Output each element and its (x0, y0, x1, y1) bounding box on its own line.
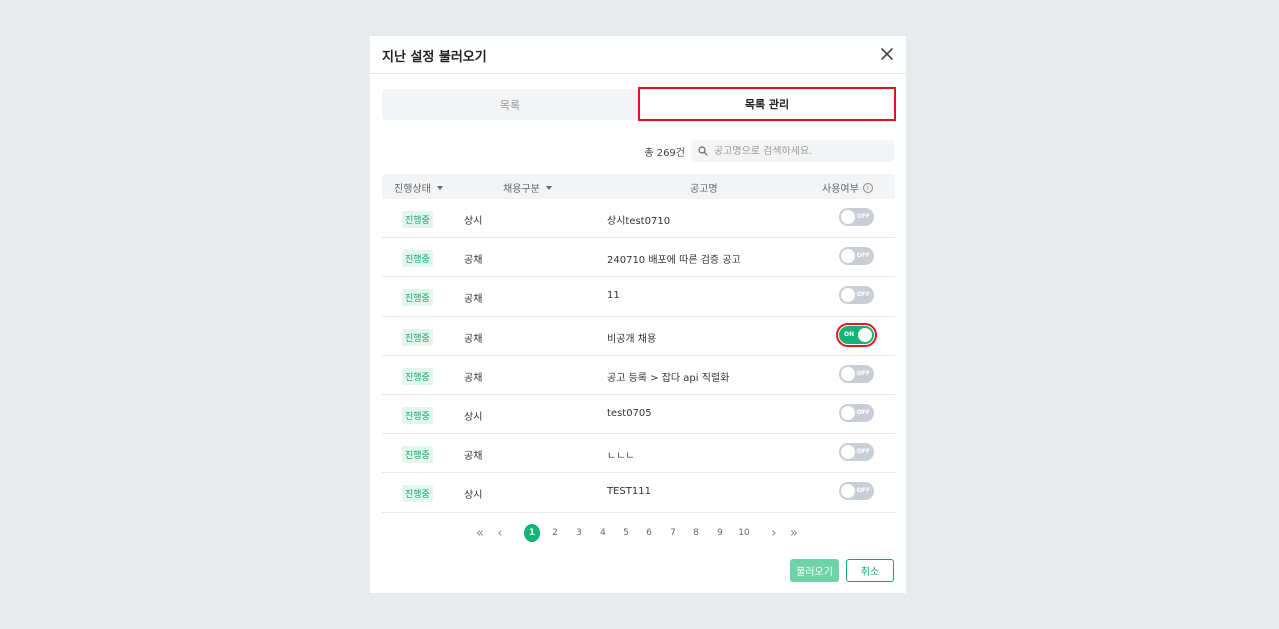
toggle-label: OFF (856, 369, 870, 377)
caret-down-icon (545, 185, 552, 190)
header-type[interactable]: 채용구분 (503, 180, 552, 195)
posting-name: ㄴㄴㄴ (607, 451, 635, 463)
recruit-type: 상시 (464, 490, 483, 502)
table-body: 진행중 상시 상시test0710 OFF 진행중 공채 240710 배포에 … (382, 199, 895, 513)
table-header: 진행상태 채용구분 공고명 사용여부 i (382, 174, 895, 199)
status-badge: 진행중 (402, 328, 433, 346)
posting-name: TEST111 (607, 486, 651, 498)
table-row: 진행중 공채 공고 등록 > 잡다 api 직렬화 OFF (382, 356, 895, 395)
toggle-label: OFF (856, 408, 870, 416)
tab-list-manage[interactable]: 목록 관리 (638, 87, 896, 121)
toggle-label: ON (844, 330, 855, 338)
header-usage: 사용여부 i (822, 180, 873, 195)
toggle-label: OFF (856, 487, 870, 495)
table-row: 진행중 공채 240710 배포에 따른 검증 공고 OFF (382, 238, 895, 278)
search-icon (698, 146, 708, 156)
header-status[interactable]: 진행상태 (394, 180, 443, 195)
cancel-button[interactable]: 취소 (846, 559, 894, 582)
posting-name: 공고 등록 > 잡다 api 직렬화 (607, 372, 730, 384)
table-row: 진행중 상시 test0705 OFF (382, 395, 895, 435)
modal-title: 지난 설정 불러오기 (382, 50, 487, 65)
table-row: 진행중 공채 11 OFF (382, 277, 895, 317)
header-usage-label: 사용여부 (822, 184, 859, 195)
toggle-label: OFF (856, 291, 870, 299)
toggle-knob (841, 366, 855, 381)
page-9[interactable]: 9 (712, 524, 728, 542)
status-badge: 진행중 (402, 406, 433, 424)
search-input[interactable] (714, 145, 884, 157)
next-page-icon[interactable]: › (767, 524, 781, 542)
page-5[interactable]: 5 (618, 524, 634, 542)
pagination: « ‹ 1 2 3 4 5 6 7 8 9 10 › » (370, 524, 906, 542)
load-settings-modal: 지난 설정 불러오기 목록 목록 관리 총 269건 진행상태 채용구분 공고명… (370, 36, 906, 593)
header-name: 공고명 (690, 180, 718, 195)
search-box[interactable] (691, 140, 894, 162)
toggle-label: OFF (856, 213, 870, 220)
search-row: 총 269건 (644, 140, 894, 162)
status-badge: 진행중 (402, 367, 433, 385)
toggle-label: OFF (856, 252, 870, 260)
status-badge: 진행중 (402, 211, 433, 228)
page-10[interactable]: 10 (733, 524, 755, 542)
recruit-type: 공채 (464, 451, 483, 463)
page-6[interactable]: 6 (641, 524, 657, 542)
header-name-label: 공고명 (690, 184, 718, 195)
posting-name: 비공개 채용 (607, 333, 657, 345)
caret-down-icon (436, 185, 443, 190)
toggle-knob (858, 327, 872, 342)
posting-name: 11 (607, 290, 620, 302)
table-row: 진행중 공채 ㄴㄴㄴ OFF (382, 434, 895, 474)
status-badge: 진행중 (402, 446, 433, 464)
toggle-knob (841, 249, 855, 264)
usage-toggle[interactable]: OFF (839, 482, 874, 501)
page-4[interactable]: 4 (595, 524, 611, 542)
tab-bar: 목록 목록 관리 (382, 87, 896, 121)
info-icon[interactable]: i (862, 182, 873, 193)
posting-name: test0705 (607, 407, 652, 419)
page-7[interactable]: 7 (665, 524, 681, 542)
table-row: 진행중 상시 TEST111 OFF (382, 473, 895, 513)
status-badge: 진행중 (402, 485, 433, 503)
table-row: 진행중 상시 상시test0710 OFF (382, 199, 895, 239)
usage-toggle[interactable]: OFF (839, 208, 874, 226)
prev-page-icon[interactable]: ‹ (493, 524, 507, 542)
tab-list[interactable]: 목록 (382, 89, 638, 120)
usage-toggle[interactable]: ON (836, 322, 877, 347)
last-page-icon[interactable]: » (787, 524, 801, 542)
posting-name: 240710 배포에 따른 검증 공고 (607, 255, 741, 267)
recruit-type: 상시 (464, 411, 483, 423)
load-button[interactable]: 불러오기 (790, 559, 839, 582)
recruit-type: 공채 (464, 333, 483, 345)
status-badge: 진행중 (402, 250, 433, 268)
recruit-type: 공채 (464, 255, 483, 267)
page-2[interactable]: 2 (547, 524, 563, 542)
page-1[interactable]: 1 (524, 524, 540, 542)
page-3[interactable]: 3 (571, 524, 587, 542)
toggle-knob (841, 405, 855, 420)
usage-toggle[interactable]: OFF (839, 364, 874, 383)
recruit-type: 공채 (464, 294, 483, 306)
header-status-label: 진행상태 (394, 184, 431, 195)
usage-toggle[interactable]: OFF (839, 247, 874, 266)
first-page-icon[interactable]: « (473, 524, 487, 542)
posting-name: 상시test0710 (607, 216, 671, 227)
usage-toggle[interactable]: OFF (839, 403, 874, 422)
toggle-knob (841, 445, 855, 460)
table-row: 진행중 공채 비공개 채용 ON (382, 317, 895, 356)
toggle-label: OFF (856, 448, 870, 456)
usage-toggle[interactable]: OFF (839, 286, 874, 305)
total-count: 총 269건 (644, 147, 685, 159)
modal-header: 지난 설정 불러오기 (370, 36, 906, 74)
toggle-knob (841, 288, 855, 303)
toggle-knob (841, 210, 855, 224)
status-badge: 진행중 (402, 289, 433, 307)
recruit-type: 상시 (464, 216, 483, 227)
page-8[interactable]: 8 (688, 524, 704, 542)
toggle-knob (841, 484, 855, 499)
usage-toggle[interactable]: OFF (839, 443, 874, 462)
header-type-label: 채용구분 (503, 184, 540, 195)
recruit-type: 공채 (464, 372, 483, 384)
close-icon[interactable] (878, 45, 896, 63)
